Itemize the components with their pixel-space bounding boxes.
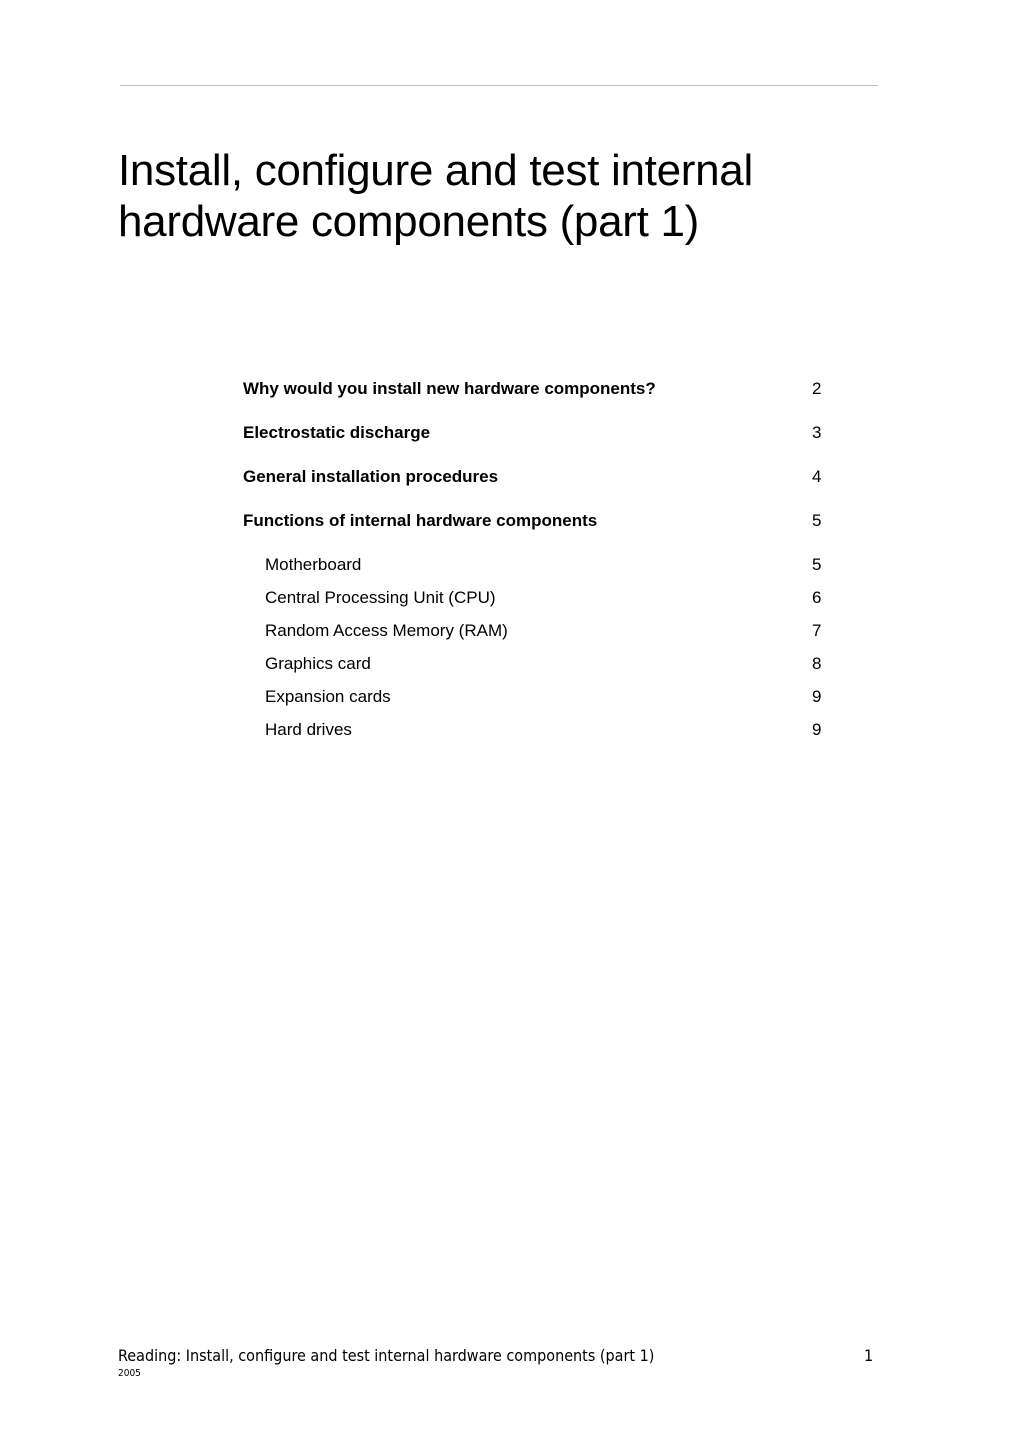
- footer-document-title: Reading: Install, configure and test int…: [118, 1346, 655, 1365]
- table-of-contents: Why would you install new hardware compo…: [243, 378, 883, 752]
- toc-entry-page-number: 8: [812, 654, 822, 673]
- toc-entry-page-number: 9: [812, 720, 822, 739]
- toc-entry[interactable]: Why would you install new hardware compo…: [243, 378, 883, 422]
- toc-entry-label: Central Processing Unit (CPU): [265, 588, 496, 607]
- toc-entry[interactable]: Electrostatic discharge 3: [243, 422, 883, 466]
- toc-entry[interactable]: Functions of internal hardware component…: [243, 510, 883, 554]
- footer-year: 2005: [118, 1368, 141, 1379]
- toc-entry-label: Expansion cards: [265, 687, 391, 706]
- toc-entry-label: Functions of internal hardware component…: [243, 511, 598, 530]
- toc-entry-label: Random Access Memory (RAM): [265, 621, 508, 640]
- page-title: Install, configure and test internal har…: [118, 146, 753, 247]
- toc-entry[interactable]: Motherboard 5: [243, 554, 883, 587]
- toc-entry[interactable]: Random Access Memory (RAM) 7: [243, 620, 883, 653]
- toc-entry-label: Graphics card: [265, 654, 371, 673]
- toc-entry[interactable]: Central Processing Unit (CPU) 6: [243, 587, 883, 620]
- toc-entry-page-number: 7: [812, 621, 822, 640]
- toc-entry-page-number: 9: [812, 687, 822, 706]
- toc-entry-label: Hard drives: [265, 720, 352, 739]
- footer-page-number: 1: [864, 1346, 874, 1365]
- toc-entry-page-number: 5: [812, 555, 822, 574]
- toc-entry[interactable]: Graphics card 8: [243, 653, 883, 686]
- toc-entry[interactable]: General installation procedures 4: [243, 466, 883, 510]
- toc-entry-page-number: 2: [812, 379, 822, 398]
- toc-entry-label: Why would you install new hardware compo…: [243, 379, 656, 398]
- toc-entry[interactable]: Hard drives 9: [243, 719, 883, 752]
- page-footer: Reading: Install, configure and test int…: [118, 1345, 878, 1405]
- toc-entry-label: General installation procedures: [243, 467, 499, 486]
- toc-entry-page-number: 6: [812, 588, 822, 607]
- toc-entry-page-number: 4: [812, 467, 822, 486]
- toc-entry-page-number: 3: [812, 423, 822, 442]
- toc-entry[interactable]: Expansion cards 9: [243, 686, 883, 719]
- header-divider: [120, 85, 878, 86]
- toc-entry-page-number: 5: [812, 511, 822, 530]
- document-page: Install, configure and test internal har…: [0, 0, 1020, 1443]
- toc-entry-label: Electrostatic discharge: [243, 423, 431, 442]
- toc-entry-label: Motherboard: [265, 555, 362, 574]
